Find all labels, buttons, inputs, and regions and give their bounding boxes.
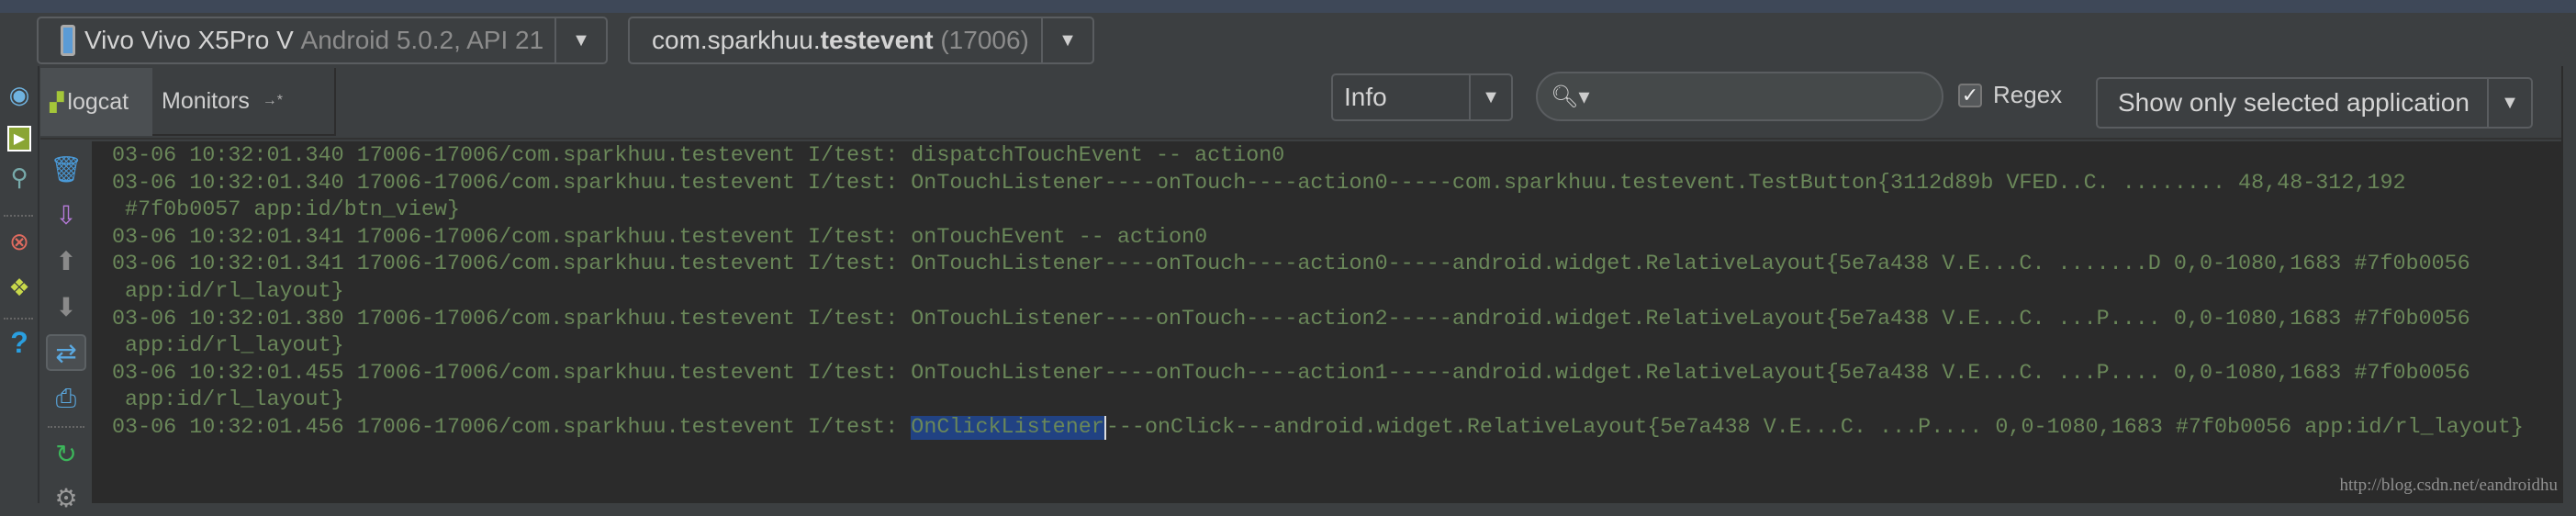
android-icon: ▞ xyxy=(50,92,64,113)
log-line[interactable]: app:id/rl_layout} xyxy=(112,387,2561,415)
process-id: (17006) xyxy=(940,26,1029,54)
log-line[interactable]: app:id/rl_layout} xyxy=(112,333,2561,361)
log-level-select[interactable]: Info ▼ xyxy=(1331,73,1513,121)
chevron-down-icon[interactable]: ▼ xyxy=(1469,75,1511,119)
arrow-down-icon[interactable]: ⬇ xyxy=(46,288,86,325)
device-detail: Android 5.0.2, API 21 xyxy=(300,26,544,54)
app-filter-select[interactable]: Show only selected application ▼ xyxy=(2096,77,2533,129)
title-strip xyxy=(0,0,2576,13)
log-line[interactable]: 03-06 10:32:01.340 17006-17006/com.spark… xyxy=(112,143,2561,171)
terminate-icon[interactable]: ⊗ xyxy=(2,224,37,259)
device-name: Vivo Vivo X5Pro V xyxy=(84,26,294,54)
selected-text[interactable]: OnClickListener xyxy=(911,415,1106,440)
log-line[interactable]: 03-06 10:32:01.456 17006-17006/com.spark… xyxy=(112,415,2561,443)
tab-label: Monitors xyxy=(162,87,250,114)
gear-icon[interactable]: ⚙ xyxy=(46,479,86,516)
clear-log-icon[interactable]: 🗑︎ xyxy=(46,151,86,187)
phone-icon xyxy=(61,25,75,56)
tab-logcat[interactable]: ▞ logcat xyxy=(40,68,152,136)
arrow-up-icon[interactable]: ⬆ xyxy=(46,242,86,279)
print-icon[interactable]: ⎙ xyxy=(46,380,86,417)
log-line[interactable]: #7f0b0057 app:id/btn_view} xyxy=(112,197,2561,225)
chevron-down-icon[interactable]: ▼ xyxy=(1041,18,1092,62)
log-line[interactable]: 03-06 10:32:01.455 17006-17006/com.spark… xyxy=(112,361,2561,388)
log-line[interactable]: 03-06 10:32:01.341 17006-17006/com.spark… xyxy=(112,225,2561,252)
log-line[interactable]: 03-06 10:32:01.380 17006-17006/com.spark… xyxy=(112,307,2561,334)
package-prefix: com.sparkhuu. xyxy=(652,26,821,54)
log-prefix: 03-06 10:32:01.456 17006-17006/com.spark… xyxy=(112,415,912,440)
checkbox-checked-icon[interactable]: ✓ xyxy=(1958,83,1982,107)
help-icon[interactable]: ? xyxy=(2,325,37,360)
logcat-output[interactable]: 03-06 10:32:01.340 17006-17006/com.spark… xyxy=(92,141,2561,503)
regex-label: Regex xyxy=(1993,81,2063,108)
screen-record-icon[interactable]: ⚲ xyxy=(2,160,37,195)
log-line[interactable]: 03-06 10:32:01.340 17006-17006/com.spark… xyxy=(112,171,2561,198)
tab-monitors[interactable]: Monitors →* xyxy=(152,68,336,136)
pin-icon[interactable]: →* xyxy=(263,93,283,109)
search-field[interactable]: 🔍︎▾ xyxy=(1536,72,1943,121)
device-selector[interactable]: Vivo Vivo X5Pro V Android 5.0.2, API 21 … xyxy=(37,17,608,64)
tab-label: logcat xyxy=(67,88,129,115)
log-line[interactable]: 03-06 10:32:01.341 17006-17006/com.spark… xyxy=(112,252,2561,279)
watermark: http://blog.csdn.net/eandroidhu xyxy=(2339,476,2558,495)
export-icon[interactable]: ⇩ xyxy=(46,196,86,233)
log-line[interactable]: app:id/rl_layout} xyxy=(112,279,2561,307)
camera-icon[interactable]: ◉ xyxy=(2,77,37,112)
chevron-down-icon[interactable]: ▼ xyxy=(554,18,606,62)
soft-wrap-icon[interactable]: ⇄ xyxy=(46,334,86,371)
tool-tabs: ▞ logcat Monitors →* Info ▼ 🔍︎▾ ✓ Regex … xyxy=(40,66,2561,140)
log-level-value: Info xyxy=(1344,83,1387,111)
package-name: testevent xyxy=(820,26,934,54)
log-rest: ---onClick---android.widget.RelativeLayo… xyxy=(1105,415,2524,440)
process-selector[interactable]: com.sparkhuu. testevent (17006) ▼ xyxy=(628,17,1094,64)
vertical-scrollbar[interactable] xyxy=(2561,66,2576,503)
search-icon: 🔍︎▾ xyxy=(1551,84,1590,109)
ddms-toolbar: ◉ ▶ ⚲ ⊗ ❖ ? xyxy=(0,66,39,503)
regex-toggle[interactable]: ✓ Regex xyxy=(1958,81,2062,109)
run-icon[interactable]: ▶ xyxy=(7,126,31,151)
gc-icon[interactable]: ❖ xyxy=(2,270,37,305)
toolbar: Vivo Vivo X5Pro V Android 5.0.2, API 21 … xyxy=(0,13,2576,66)
restart-icon[interactable]: ↻ xyxy=(46,435,86,472)
search-input[interactable] xyxy=(1596,84,1942,109)
logcat-actions: 🗑︎ ⇩ ⬆ ⬇ ⇄ ⎙ ↻ ⚙ xyxy=(40,141,92,512)
chevron-down-icon[interactable]: ▼ xyxy=(2487,79,2531,127)
app-filter-value: Show only selected application xyxy=(2118,88,2470,117)
